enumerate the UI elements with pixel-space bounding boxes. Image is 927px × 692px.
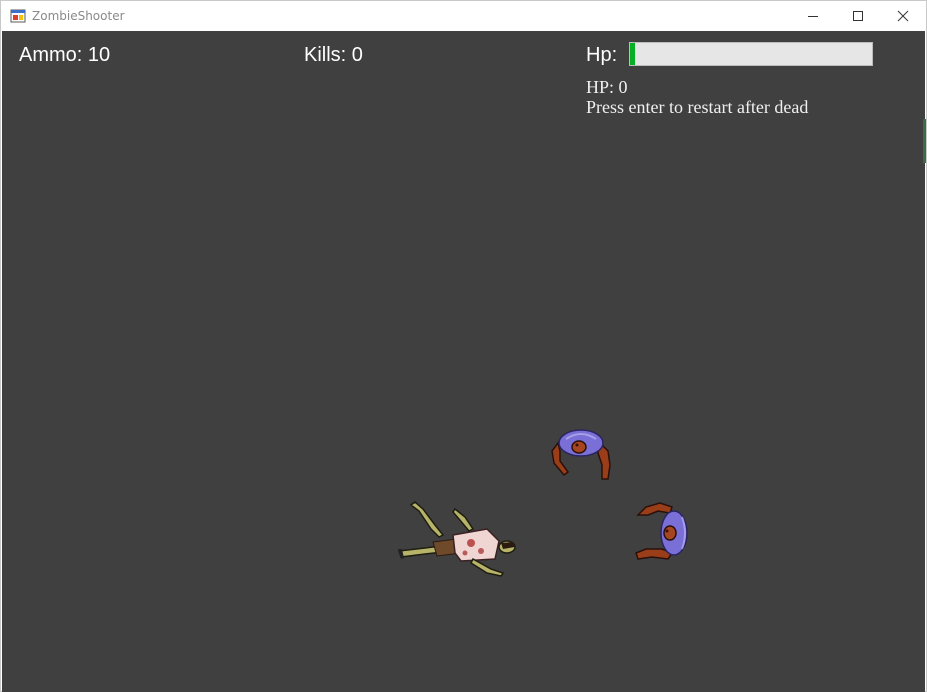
dead-player-sprite <box>397 501 516 577</box>
maximize-button[interactable] <box>835 1 881 31</box>
zombie-sprite <box>551 429 611 480</box>
maximize-icon <box>853 11 863 21</box>
zombie-sprite <box>635 502 688 560</box>
restart-hint-text: Press enter to restart after dead <box>586 97 809 117</box>
kills-counter: Kills: 0 <box>304 44 363 66</box>
window-edge-marker <box>923 119 926 163</box>
title-bar[interactable]: ZombieShooter <box>1 1 926 31</box>
close-icon <box>897 10 909 22</box>
hp-progress-fill <box>630 43 635 65</box>
game-canvas[interactable]: Ammo: 10 Kills: 0 Hp: HP: 0 Press enter … <box>2 31 925 692</box>
app-window-icon <box>10 9 26 23</box>
hp-status-text: HP: 0 <box>586 77 628 97</box>
app-window: ZombieShooter Ammo: 10 Kills: 0 Hp: HP: … <box>0 0 927 692</box>
minimize-button[interactable] <box>790 1 836 31</box>
window-title: ZombieShooter <box>32 9 125 23</box>
minimize-icon <box>808 16 818 17</box>
hp-progress-bar <box>629 42 873 66</box>
close-button[interactable] <box>880 1 926 31</box>
hp-label: Hp: <box>586 44 618 66</box>
ammo-counter: Ammo: 10 <box>19 44 111 66</box>
